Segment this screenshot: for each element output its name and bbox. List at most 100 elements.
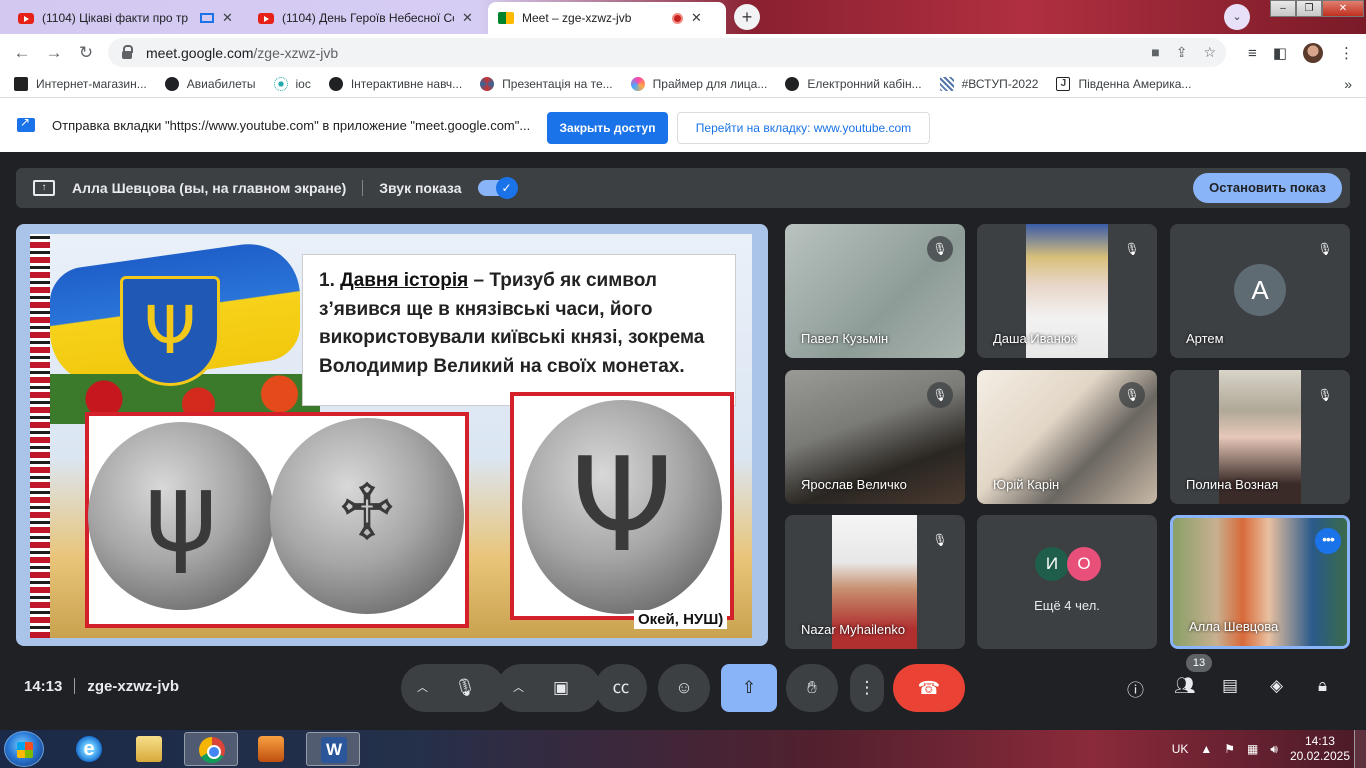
participant-tile[interactable]: 🎙︎ Nazar Myhailenko — [785, 515, 965, 649]
bookmark-item[interactable]: Електронний кабін... — [785, 77, 922, 91]
share-audio-toggle[interactable] — [477, 177, 518, 199]
address-bar[interactable]: meet.google.com/zge-xzwz-jvb ■ ⇪ ☆ — [108, 38, 1226, 67]
mic-off-icon: 🎙︎ — [1312, 382, 1338, 408]
mic-off-icon: 🎙︎ — [1119, 236, 1145, 262]
system-clock[interactable]: 14:13 20.02.2025 — [1290, 734, 1350, 764]
side-panel-icon[interactable]: ◧ — [1273, 44, 1287, 62]
coin-trident-image: ψ — [88, 422, 274, 610]
participant-tile[interactable]: 🎙︎ Павел Кузьмін — [785, 224, 965, 358]
microphone-button[interactable]: 🎙︎ — [439, 664, 491, 712]
start-button[interactable] — [4, 731, 44, 767]
new-tab-button[interactable]: + — [734, 4, 760, 30]
divider — [362, 180, 364, 196]
participant-tile[interactable]: 🎙︎ Ярослав Величко — [785, 370, 965, 504]
close-tab-icon[interactable]: ✕ — [222, 10, 233, 26]
camera-button[interactable]: ▣ — [535, 664, 587, 712]
share-icon[interactable]: ⇪ — [1176, 44, 1188, 61]
back-arrow-icon[interactable]: ← — [6, 43, 38, 63]
youtube-icon — [258, 12, 274, 24]
reactions-button[interactable]: ☺ — [658, 664, 710, 712]
media-control-icon[interactable]: ≡ — [1248, 45, 1257, 62]
participant-tile[interactable]: 🎙︎ Полина Возная — [1170, 370, 1350, 504]
globe-icon — [785, 77, 800, 91]
profile-avatar[interactable] — [1303, 43, 1323, 63]
forward-arrow-icon[interactable]: → — [38, 43, 70, 63]
bookmark-star-icon[interactable]: ☆ — [1203, 44, 1216, 61]
browser-tab-meet[interactable]: Meet – zge-xzwz-jvb ✕ — [488, 2, 726, 34]
window-controls: ‒ ❐ ✕ — [1270, 0, 1364, 17]
captions-button[interactable]: ㏄ — [595, 664, 647, 712]
document-icon — [939, 77, 954, 91]
coin-prince-image: ♱ — [270, 418, 464, 614]
participant-avatar: А — [1234, 264, 1286, 316]
reload-icon[interactable]: ↻ — [70, 43, 102, 63]
share-audio-label: Звук показа — [379, 180, 462, 196]
present-now-button[interactable]: ⇧ — [721, 664, 777, 712]
network-icon[interactable]: ▦ — [1247, 742, 1258, 756]
more-options-button[interactable]: ⋮ — [850, 664, 884, 712]
j-letter-icon: J — [1056, 77, 1071, 91]
show-desktop-button[interactable] — [1354, 730, 1366, 768]
taskbar-internet-explorer[interactable]: e — [62, 732, 116, 766]
tab-title: (1104) Цікаві факти про тр — [42, 11, 189, 25]
bookmark-item[interactable]: Інтерактивне навч... — [328, 77, 462, 91]
lock-icon[interactable] — [122, 44, 133, 59]
host-controls-icon[interactable]: 🔒︎ — [1318, 676, 1327, 696]
bookmark-item[interactable]: J Південна Америка... — [1056, 77, 1191, 91]
stop-presenting-button[interactable]: Остановить показ — [1193, 173, 1342, 203]
close-tab-icon[interactable]: ✕ — [462, 10, 473, 26]
bookmark-item[interactable]: Авиабилеты — [164, 77, 256, 91]
self-view-tile[interactable]: ••• Алла Шевцова — [1170, 515, 1350, 649]
tile-options-icon[interactable]: ••• — [1315, 528, 1341, 554]
taskbar-file-explorer[interactable] — [122, 732, 176, 766]
more-participants-tile[interactable]: И О Ещё 4 чел. — [977, 515, 1157, 649]
meeting-details-icon[interactable]: ⓘ — [1127, 676, 1144, 701]
meeting-code: zge-xzwz-jvb — [87, 678, 180, 695]
shared-screen: Ψ 1. Давня історія – Тризуб як символ з’… — [16, 224, 768, 646]
close-window-button[interactable]: ✕ — [1322, 0, 1364, 17]
raise-hand-button[interactable]: ✋︎ — [786, 664, 838, 712]
close-tab-icon[interactable]: ✕ — [691, 10, 702, 26]
media-player-icon — [258, 736, 284, 762]
browser-tab-youtube-1[interactable]: (1104) Цікаві факти про тр ✕ — [8, 2, 248, 34]
more-bookmarks-button[interactable]: » — [1344, 76, 1352, 92]
chat-icon[interactable]: ▤ — [1222, 676, 1238, 696]
activities-icon[interactable]: ◈ — [1270, 676, 1283, 696]
switch-to-tab-button[interactable]: Перейти на вкладку: www.youtube.com — [677, 112, 930, 144]
stop-sharing-button[interactable]: Закрыть доступ — [547, 112, 668, 144]
tab-search-button[interactable]: ⌄ — [1224, 4, 1250, 30]
volume-icon[interactable]: 🔊︎ — [1270, 742, 1278, 757]
browser-tab-youtube-2[interactable]: (1104) День Героїв Небесної Со ✕ — [248, 2, 488, 34]
leave-call-button[interactable]: ☎ — [893, 664, 965, 712]
bookmarks-bar: Интернет-магазин... Авиабилеты ioc Інтер… — [0, 71, 1366, 97]
sharing-message: Отправка вкладки "https://www.youtube.co… — [52, 117, 531, 133]
maximize-button[interactable]: ❐ — [1296, 0, 1322, 17]
action-center-icon[interactable]: ⚑ — [1224, 742, 1235, 756]
minimize-button[interactable]: ‒ — [1270, 0, 1296, 17]
bookmark-item[interactable]: #ВСТУП-2022 — [939, 77, 1038, 91]
taskbar-chrome[interactable] — [184, 732, 238, 766]
bookmark-item[interactable]: Презентація на те... — [480, 77, 613, 91]
people-icon[interactable]: 👥︎ — [1174, 676, 1196, 696]
language-indicator[interactable]: UK — [1172, 742, 1189, 756]
recording-indicator-icon — [672, 12, 683, 24]
bookmark-item[interactable]: Интернет-магазин... — [14, 77, 147, 91]
trident-shield-image: Ψ — [120, 276, 220, 386]
participant-tile[interactable]: 🎙︎ Юрій Карін — [977, 370, 1157, 504]
chevron-up-icon: ︿ — [513, 682, 524, 694]
folder-icon — [136, 736, 162, 762]
camera-blocked-icon[interactable]: ■ — [1151, 44, 1159, 61]
participant-name: Алла Шевцова — [1189, 619, 1279, 634]
participant-name: Павел Кузьмін — [801, 331, 889, 346]
bookmark-item[interactable]: ioc — [273, 77, 311, 91]
star-burst-icon — [480, 77, 495, 91]
taskbar-media-player[interactable] — [244, 732, 298, 766]
chrome-menu-icon[interactable]: ⋮ — [1339, 44, 1354, 62]
internet-explorer-icon: e — [76, 736, 102, 762]
participant-tile[interactable]: А 🎙︎ Артем — [1170, 224, 1350, 358]
tab-sharing-icon — [200, 13, 214, 23]
show-hidden-icons-icon[interactable]: ▲ — [1200, 742, 1212, 756]
bookmark-item[interactable]: Праймер для лица... — [630, 77, 767, 91]
taskbar-word[interactable]: W — [306, 732, 360, 766]
participant-tile[interactable]: 🎙︎ Даша Иванюк — [977, 224, 1157, 358]
